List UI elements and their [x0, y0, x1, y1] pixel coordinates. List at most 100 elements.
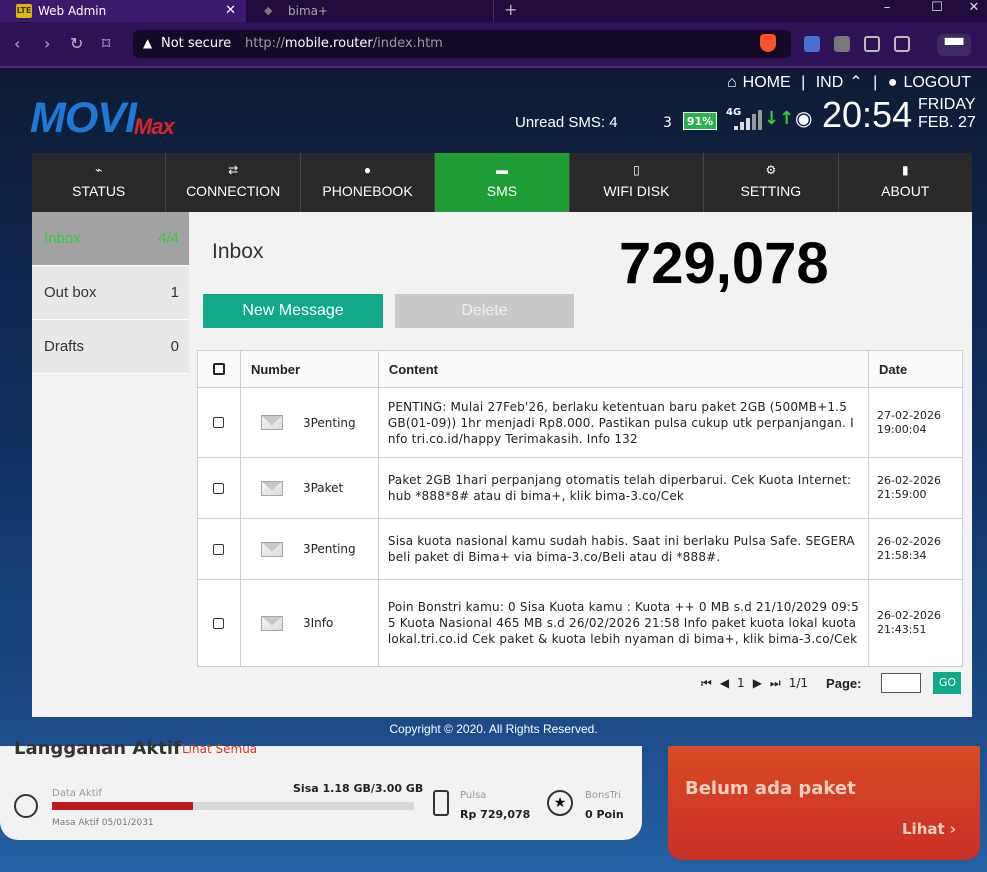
sender-number: 3Penting — [302, 542, 356, 556]
current-page: 1 — [737, 676, 745, 690]
sender-number: 3Penting — [302, 415, 356, 430]
phone-icon — [433, 790, 449, 816]
nav-phonebook[interactable]: ● PHONEBOOK — [301, 153, 436, 212]
url-field[interactable]: ▲ Not secure http://mobile.router/index.h… — [133, 30, 791, 58]
select-all-checkbox[interactable] — [212, 363, 225, 375]
tab-bima[interactable]: ◆ bima+ — [250, 0, 494, 22]
person-icon: ● — [363, 163, 372, 177]
message-content[interactable]: PENTING: Mulai 27Feb'26, berlaku ketentu… — [377, 387, 870, 458]
address-bar: ‹ › ↻ ⌑ ▲ Not secure http://mobile.router… — [0, 22, 987, 68]
disk-icon: ▯ — [633, 163, 640, 177]
globe-icon — [14, 794, 38, 818]
pulsa-value: Rp 729,078 — [460, 808, 531, 821]
new-tab-button[interactable]: + — [504, 0, 517, 20]
table-row[interactable]: 3Info Poin Bonstri kamu: 0 Sisa Kuota ka… — [197, 579, 963, 667]
data-progress-fill — [52, 802, 194, 810]
chevron-updown-icon[interactable]: ⌃ — [849, 74, 862, 91]
row-checkbox[interactable] — [213, 417, 225, 428]
extension-icon[interactable] — [834, 36, 850, 52]
envelope-icon — [260, 541, 283, 557]
unread-sms[interactable]: Unread SMS: 4 — [515, 114, 618, 131]
message-content[interactable]: Sisa kuota nasional kamu sudah habis. Sa… — [377, 518, 870, 580]
tab-web-admin[interactable]: LTE Web Admin ✕ — [0, 0, 246, 22]
battery-icon: 91% — [683, 112, 717, 130]
browser-tab-bar: LTE Web Admin ✕ ◆ bima+ + – ☐ ✕ — [0, 0, 987, 22]
nav-setting[interactable]: ⚙ SETTING — [704, 153, 839, 212]
last-page-icon[interactable]: ⏭ — [770, 676, 781, 691]
private-window-icon[interactable]: ▀▀ — [937, 34, 971, 56]
nav-status[interactable]: ⌁ STATUS — [32, 153, 167, 212]
next-page-icon[interactable]: ▶ — [753, 676, 762, 690]
sender-number: 3Paket — [302, 481, 344, 495]
signal-icon — [728, 110, 762, 130]
see-all-link[interactable]: Lihat Semua — [182, 742, 257, 756]
sidebar-item-drafts[interactable]: Drafts 0 — [32, 320, 189, 374]
sidebar-item-inbox[interactable]: Inbox 4/4 — [32, 212, 189, 266]
status-count: 3 — [663, 115, 672, 131]
clock: 20:54 — [822, 94, 913, 135]
row-checkbox[interactable] — [213, 617, 225, 629]
info-icon: ▮ — [901, 163, 909, 177]
message-content[interactable]: Poin Bonstri kamu: 0 Sisa Kuota kamu : K… — [377, 579, 870, 667]
subscription-title: Langganan Aktif — [14, 738, 181, 759]
sidebar-item-outbox[interactable]: Out box 1 — [32, 266, 189, 320]
home-link[interactable]: HOME — [743, 74, 791, 91]
message-date: 27-02-2026 19:00:04 — [868, 387, 963, 458]
table-row[interactable]: 3Penting Sisa kuota nasional kamu sudah … — [197, 518, 963, 580]
reload-icon[interactable]: ↻ — [70, 34, 83, 54]
nav-wifi-disk[interactable]: ▯ WIFI DISK — [570, 153, 705, 212]
subscription-card: Langganan Aktif Lihat Semua Data Aktif S… — [0, 738, 642, 840]
delete-button[interactable]: Delete — [395, 294, 574, 328]
message-content[interactable]: Paket 2GB 1hari perpanjang otomatis tela… — [377, 457, 870, 519]
page-input[interactable] — [881, 673, 922, 693]
envelope-icon — [260, 480, 283, 496]
page-count: 1/1 — [788, 676, 809, 690]
pagination: ⏮ ◀ 1 ▶ ⏭ 1/1 Page: GO — [697, 672, 962, 694]
table-row[interactable]: 3Paket Paket 2GB 1hari perpanjang otomat… — [197, 457, 963, 519]
row-checkbox[interactable] — [213, 482, 225, 494]
minimize-button[interactable]: – — [864, 0, 910, 22]
nav-sms[interactable]: ▬ SMS — [435, 153, 570, 212]
row-checkbox[interactable] — [213, 543, 225, 555]
forward-icon[interactable]: › — [44, 34, 50, 54]
back-icon[interactable]: ‹ — [14, 34, 20, 54]
message-table: Number Content Date 3Penting PENTING: Mu… — [197, 350, 963, 667]
go-button[interactable]: GO — [933, 672, 962, 694]
date-display: FRIDAY FEB. 27 — [918, 96, 976, 131]
package-card: Belum ada paket Lihat › — [668, 746, 980, 860]
sms-sidebar: Inbox 4/4 Out box 1 Drafts 0 — [32, 212, 189, 374]
bonstri-label: BonsTri — [585, 790, 622, 801]
message-date: 26-02-2026 21:58:34 — [868, 518, 963, 580]
page-title: Inbox — [212, 240, 264, 263]
logout-link[interactable]: LOGOUT — [903, 74, 971, 91]
view-link[interactable]: Lihat › — [902, 820, 956, 838]
home-icon[interactable]: ⌂ — [727, 74, 737, 91]
tab-label: Web Admin — [38, 4, 107, 18]
security-indicator[interactable]: ▲ Not secure — [143, 36, 231, 51]
sms-content: Inbox 4/4 Out box 1 Drafts 0 Inbox 729,078 … — [32, 212, 972, 717]
brave-shield-icon[interactable] — [760, 34, 776, 52]
balance-display: 729,078 — [619, 231, 829, 296]
table-row[interactable]: 3Penting PENTING: Mulai 27Feb'26, berlak… — [197, 387, 963, 458]
chart-icon: ⌁ — [95, 163, 103, 177]
close-icon[interactable]: ✕ — [225, 3, 236, 18]
column-header-date: Date — [868, 350, 963, 388]
bonstri-value: 0 Poin — [585, 808, 624, 821]
column-header-number: Number — [239, 350, 379, 388]
data-label: Data Aktif — [52, 788, 102, 799]
table-header: Number Content Date — [197, 350, 963, 388]
close-window-button[interactable]: ✕ — [951, 0, 987, 22]
envelope-icon — [260, 615, 283, 631]
new-message-button[interactable]: New Message — [203, 294, 383, 328]
gear-icon: ⚙ — [765, 163, 777, 177]
puzzle-icon[interactable] — [864, 36, 880, 52]
bookmark-icon[interactable]: ⌑ — [102, 34, 110, 54]
sidebar-icon[interactable] — [894, 36, 910, 52]
prev-page-icon[interactable]: ◀ — [720, 676, 729, 690]
language-select[interactable]: IND — [816, 74, 844, 91]
first-page-icon[interactable]: ⏮ — [701, 676, 712, 691]
incognito-icon: ◆ — [264, 4, 273, 17]
nav-about[interactable]: ▮ ABOUT — [839, 153, 972, 212]
nav-connection[interactable]: ⇄ CONNECTION — [166, 153, 301, 212]
translate-icon[interactable] — [804, 36, 820, 52]
